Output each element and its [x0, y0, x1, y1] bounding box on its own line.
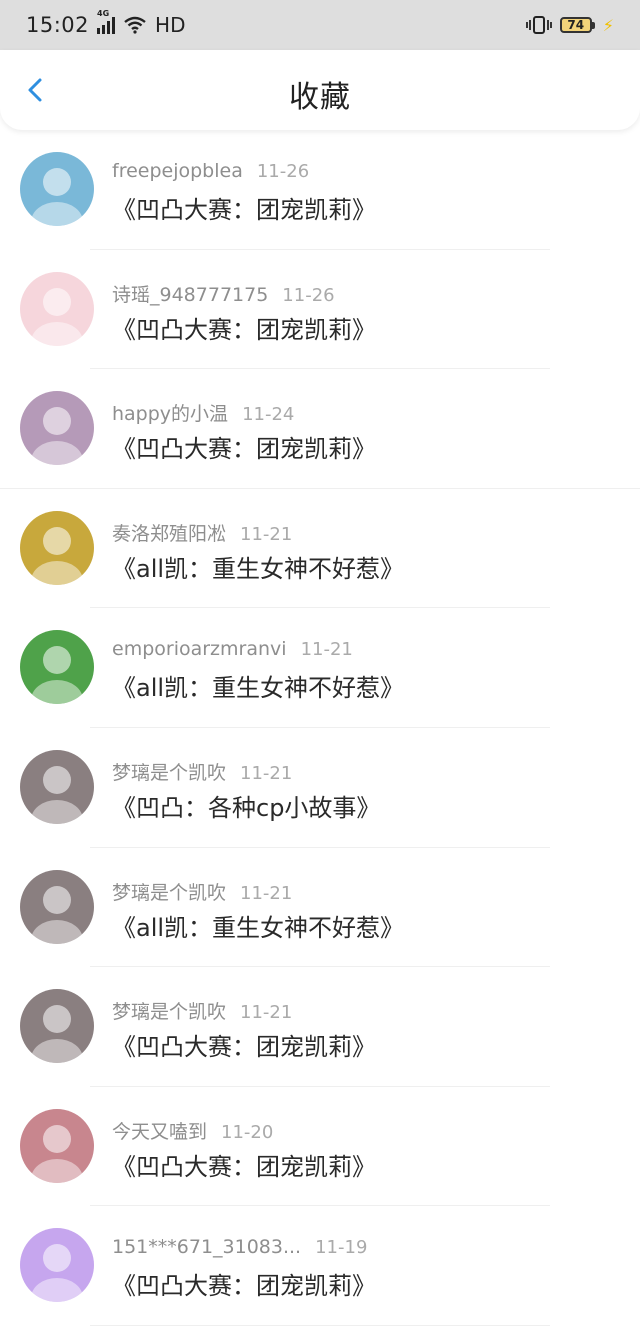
item-meta: emporioarzmranvi 11-21 [112, 638, 353, 660]
username[interactable]: happy的小温 [112, 403, 228, 425]
username[interactable]: 诗瑶_948777175 [112, 284, 268, 306]
header: 收藏 [0, 50, 640, 130]
list-item[interactable]: 今天又嗑到 11-20 《凹凸大赛：团宠凯莉》 [0, 1087, 640, 1207]
signal-icon: 4G [97, 9, 116, 34]
item-meta: 梦璃是个凯吹 11-21 [112, 878, 292, 905]
item-date: 11-21 [240, 523, 293, 545]
battery-icon: 74 [559, 17, 595, 33]
avatar[interactable] [20, 271, 94, 346]
username[interactable]: emporioarzmranvi [112, 638, 287, 660]
avatar[interactable] [20, 1228, 94, 1303]
story-title[interactable]: 《all凯：重生女神不好惹》 [112, 668, 404, 703]
item-date: 11-21 [300, 639, 353, 661]
story-title[interactable]: 《凹凸：各种cp小故事》 [112, 788, 380, 823]
username[interactable]: 151***671_31083... [112, 1236, 301, 1258]
vibrate-icon [525, 16, 552, 34]
username[interactable]: 今天又嗑到 [112, 1121, 207, 1143]
story-title[interactable]: 《凹凸大赛：团宠凯莉》 [112, 1147, 376, 1182]
page-title: 收藏 [289, 80, 351, 115]
wifi-icon [124, 16, 146, 34]
story-title[interactable]: 《凹凸大赛：团宠凯莉》 [112, 1027, 376, 1062]
item-meta: 梦璃是个凯吹 11-21 [112, 997, 292, 1024]
avatar[interactable] [20, 391, 94, 466]
list-item[interactable]: happy的小温 11-24 《凹凸大赛：团宠凯莉》 [0, 369, 640, 489]
story-title[interactable]: 《凹凸大赛：团宠凯莉》 [112, 429, 376, 464]
list-item[interactable]: emporioarzmranvi 11-21 《all凯：重生女神不好惹》 [0, 608, 640, 728]
item-date: 11-21 [240, 882, 293, 904]
battery-level: 74 [559, 17, 592, 33]
story-title[interactable]: 《凹凸大赛：团宠凯莉》 [112, 190, 376, 225]
story-title[interactable]: 《凹凸大赛：团宠凯莉》 [112, 1266, 376, 1301]
username[interactable]: 梦璃是个凯吹 [112, 762, 226, 784]
list-item[interactable]: 奏洛郑殖阳凇 11-21 《all凯：重生女神不好惹》 [0, 489, 640, 609]
avatar[interactable] [20, 510, 94, 585]
item-meta: 奏洛郑殖阳凇 11-21 [112, 519, 292, 546]
story-title[interactable]: 《all凯：重生女神不好惹》 [112, 908, 404, 943]
list-item[interactable]: 梦璃是个凯吹 11-21 《凹凸大赛：团宠凯莉》 [0, 967, 640, 1087]
list-item[interactable]: 151***671_31083... 11-19 《凹凸大赛：团宠凯莉》 [0, 1206, 640, 1326]
username[interactable]: 梦璃是个凯吹 [112, 882, 226, 904]
story-title[interactable]: 《凹凸大赛：团宠凯莉》 [112, 310, 376, 345]
avatar[interactable] [20, 749, 94, 824]
favorites-list: freepejopblea 11-26 《凹凸大赛：团宠凯莉》 诗瑶_94877717… [0, 130, 640, 1326]
avatar[interactable] [20, 989, 94, 1064]
username[interactable]: freepejopblea [112, 160, 243, 182]
item-date: 11-26 [256, 161, 310, 182]
hd-label: HD [155, 13, 186, 37]
item-meta: 今天又嗑到 11-20 [112, 1117, 273, 1144]
list-item[interactable]: freepejopblea 11-26 《凹凸大赛：团宠凯莉》 [0, 130, 640, 250]
network-label: 4G [97, 9, 110, 18]
item-meta: happy的小温 11-24 [112, 399, 294, 426]
username[interactable]: 奏洛郑殖阳凇 [112, 523, 226, 545]
status-time: 15:02 [26, 13, 90, 37]
list-item[interactable]: 梦璃是个凯吹 11-21 《凹凸：各种cp小故事》 [0, 728, 640, 848]
list-item[interactable]: 梦璃是个凯吹 11-21 《all凯：重生女神不好惹》 [0, 848, 640, 968]
charging-icon: ⚡ [602, 15, 614, 35]
status-left: 15:02 4G HD [26, 9, 186, 37]
list-item[interactable]: 诗瑶_948777175 11-26 《凹凸大赛：团宠凯莉》 [0, 250, 640, 370]
avatar[interactable] [20, 152, 94, 226]
item-date: 11-26 [282, 284, 335, 306]
username[interactable]: 梦璃是个凯吹 [112, 1001, 226, 1023]
item-date: 11-19 [315, 1237, 368, 1259]
status-right: 74 ⚡ [525, 15, 614, 35]
avatar[interactable] [20, 1108, 94, 1183]
avatar[interactable] [20, 630, 94, 705]
avatar[interactable] [20, 869, 94, 944]
item-date: 11-20 [221, 1121, 274, 1143]
item-meta: 诗瑶_948777175 11-26 [112, 280, 335, 307]
item-date: 11-21 [240, 762, 293, 784]
item-meta: 151***671_31083... 11-19 [112, 1236, 367, 1258]
story-title[interactable]: 《all凯：重生女神不好惹》 [112, 549, 404, 584]
item-date: 11-21 [240, 1002, 293, 1024]
status-bar: 15:02 4G HD 74 ⚡ [0, 0, 640, 50]
item-meta: freepejopblea 11-26 [112, 160, 309, 182]
item-meta: 梦璃是个凯吹 11-21 [112, 758, 292, 785]
item-date: 11-24 [242, 404, 295, 426]
